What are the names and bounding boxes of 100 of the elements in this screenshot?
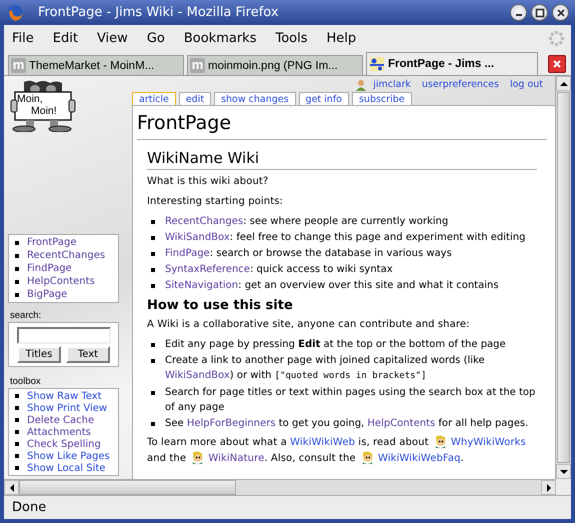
paragraph: Interesting starting points: (147, 195, 284, 209)
toolbox-link[interactable]: Attachments (27, 426, 91, 438)
bullet-icon (15, 418, 19, 422)
wiki-link[interactable]: WhyWikiWorks (450, 437, 526, 448)
page-tab[interactable]: get info (298, 92, 349, 105)
user-icon (355, 78, 368, 90)
section-heading: How to use this site (147, 298, 294, 313)
paragraph: What is this wiki about? (147, 175, 270, 189)
minimize-button[interactable] (510, 4, 527, 21)
bullet-icon (151, 268, 155, 272)
smiley-icon (191, 451, 204, 464)
page-tab[interactable]: article (132, 92, 176, 105)
page-tab[interactable]: show changes (214, 92, 296, 105)
scroll-right-icon (541, 480, 556, 495)
smiley-icon (434, 435, 447, 448)
favicon-icon: m (11, 58, 26, 73)
close-icon (556, 8, 566, 18)
navigation-link[interactable]: RecentChanges (27, 250, 106, 261)
search-button[interactable]: Text (66, 346, 110, 363)
maximize-button[interactable] (531, 4, 548, 21)
list-item-text: Create a link to another page with joined capitalized words (like WikiSandBox) or with ["quoted words in brackets"] (165, 354, 486, 383)
toolbox-link[interactable]: Show Like Pages (27, 450, 110, 462)
wiki-link[interactable]: WikiWikiWebFaq (378, 453, 461, 464)
user-link[interactable]: userpreferences (422, 79, 499, 90)
bullet-icon (151, 284, 155, 288)
mascot-drawing (10, 80, 76, 132)
toolbox-link[interactable]: Show Local Site (27, 462, 106, 474)
browser-tab[interactable]: FrontPage - Jims ... (366, 52, 538, 75)
toolbox-label: toolbox (10, 376, 42, 387)
wiki-link[interactable]: HelpForBeginners (186, 418, 276, 429)
toolbox-link[interactable]: Show Raw Text (27, 390, 102, 402)
favicon-icon: m (190, 58, 205, 73)
page-tab[interactable]: subscribe (352, 92, 412, 105)
menu-item[interactable]: View (96, 31, 128, 46)
bullet-icon (15, 266, 19, 270)
bullet-icon (151, 343, 155, 347)
firefox-icon (6, 4, 24, 22)
navigation-link[interactable]: FindPage (27, 263, 72, 274)
section-heading: WikiName Wiki (147, 149, 537, 170)
logo-text: Moin, Moin! (17, 93, 57, 117)
wiki-link[interactable]: WikiSandBox (165, 370, 230, 381)
menu-item[interactable]: Help (326, 31, 356, 46)
navigation-link[interactable]: BigPage (27, 289, 68, 300)
menu-item[interactable]: Tools (275, 31, 308, 46)
search-field[interactable] (16, 327, 110, 344)
wiki-link[interactable]: WikiNature (208, 453, 264, 464)
maximize-icon (534, 8, 544, 18)
menu-item[interactable]: Go (146, 31, 165, 46)
close-button[interactable] (552, 4, 569, 21)
wiki-link[interactable]: RecentChanges (165, 216, 244, 227)
bullet-icon (151, 236, 155, 240)
user-link[interactable]: log out (510, 79, 543, 90)
list-item-text: Edit any page by pressing Edit at the top or the bottom of the page (165, 338, 507, 352)
toolbox-link[interactable]: Delete Cache (27, 414, 94, 426)
wiki-link[interactable]: FindPage (165, 248, 210, 259)
paragraph: A Wiki is a collaborative site, anyone can contribute and share: (147, 318, 471, 332)
horizontal-scrollbar[interactable] (4, 479, 556, 495)
navigation-link[interactable]: HelpContents (27, 276, 95, 287)
browser-tab[interactable]: m moinmoin.png (PNG Im... (187, 55, 363, 75)
page-title: FrontPage (137, 110, 547, 140)
wiki-link[interactable]: WikiSandBox (165, 232, 230, 243)
bullet-icon (15, 280, 19, 284)
wiki-link[interactable]: SyntaxReference (165, 264, 250, 275)
wiki-link[interactable]: WikiWikiWeb (290, 437, 356, 448)
bullet-icon (15, 394, 19, 398)
navigation-link[interactable]: FrontPage (27, 237, 77, 248)
search-button[interactable]: Titles (17, 346, 61, 363)
wiki-link[interactable]: HelpContents (367, 418, 436, 429)
wiki-link[interactable]: SiteNavigation (165, 280, 238, 291)
favicon-icon (369, 56, 385, 72)
status-text: Done (12, 500, 46, 515)
browser-tab[interactable]: m ThemeMarket - MoinM... (8, 55, 184, 75)
search-label: search: (10, 310, 42, 321)
minimize-icon (516, 14, 522, 16)
bullet-icon (151, 252, 155, 256)
bullet-icon (151, 391, 155, 395)
bullet-icon (15, 430, 19, 434)
bullet-icon (15, 466, 19, 470)
list-item-text: FindPage: search or browse the database in various ways (165, 247, 453, 261)
list-item-text: WikiSandBox: feel free to change this page and experiment with editing (165, 231, 526, 245)
user-link[interactable]: jimclark (373, 79, 411, 90)
paragraph: To learn more about what a WikiWikiWeb is, read about WhyWikiWorks and the WikiNature. Also, consult the WikiWikiWebFaq. (147, 435, 527, 466)
bullet-icon (15, 454, 19, 458)
vertical-scrollbar[interactable] (555, 76, 571, 479)
smiley-icon (360, 451, 374, 464)
bullet-icon (151, 359, 155, 363)
menu-item[interactable]: Edit (52, 31, 78, 46)
bullet-icon (15, 254, 19, 258)
window-title: FrontPage - Jims Wiki - Mozilla Firefox (38, 5, 280, 20)
bullet-icon (15, 406, 19, 410)
toolbox-link[interactable]: Check Spelling (27, 438, 101, 450)
toolbox-link[interactable]: Show Print View (27, 402, 108, 414)
close-icon (551, 58, 563, 70)
bullet-icon (15, 442, 19, 446)
page-tab[interactable]: edit (178, 92, 212, 105)
close-tab-button[interactable] (548, 55, 566, 73)
menu-item[interactable]: Bookmarks (184, 31, 256, 46)
throbber-icon (548, 30, 565, 47)
menu-item[interactable]: File (12, 31, 34, 46)
list-item-text: SyntaxReference: quick access to wiki syntax (165, 263, 394, 277)
